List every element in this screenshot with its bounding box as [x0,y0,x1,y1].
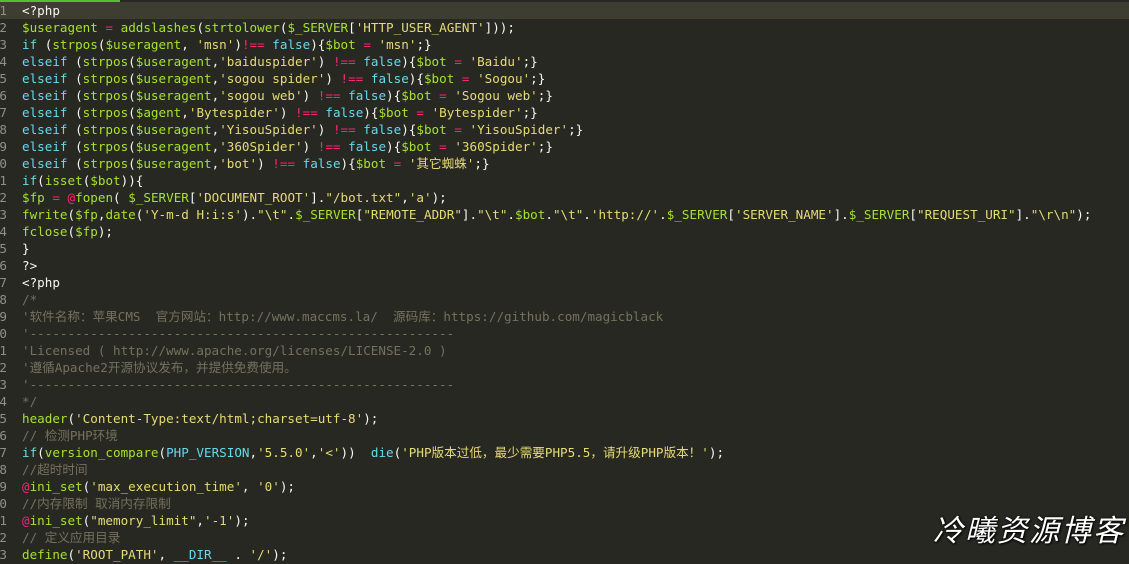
line-number: 3 [0,547,7,562]
code-text: if (strpos($useragent, 'msn')!== false){… [22,37,432,52]
line-number: 8 [0,122,7,137]
line-number: 2 [0,360,7,375]
code-line[interactable]: 7 elseif (strpos($agent,'Bytespider') !==… [0,104,1129,121]
watermark-logo: 冷曦资源博客 [933,514,1125,549]
code-text: elseif (strpos($useragent,'baiduspider')… [22,54,538,69]
code-text: ?> [22,258,38,273]
line-number: 6 [0,258,7,273]
code-text: // 检测PHP环境 [22,428,118,443]
code-line[interactable]: 7 <?php [0,274,1129,291]
code-line[interactable]: 3 if (strpos($useragent, 'msn')!== false)… [0,36,1129,53]
code-text: 'Licensed ( http://www.apache.org/licens… [22,343,447,358]
code-text: fwrite($fp,date('Y-m-d H:i:s')."\t".$_SE… [22,207,1092,222]
line-number: 5 [0,71,7,86]
code-text: '---------------------------------------… [22,326,455,341]
line-number: 8 [0,292,7,307]
line-number: 2 [0,20,7,35]
code-line[interactable]: 2 '遵循Apache2开源协议发布，并提供免费使用。 [0,359,1129,376]
code-line[interactable]: 2 $fp = @fopen( $_SERVER['DOCUMENT_ROOT']… [0,189,1129,206]
code-text: // 定义应用目录 [22,530,121,545]
line-number: 6 [0,428,7,443]
line-number: 4 [0,54,7,69]
line-number: 9 [0,139,7,154]
code-line[interactable]: 9 elseif (strpos($useragent,'360Spider') … [0,138,1129,155]
code-line[interactable]: 2 $useragent = addslashes(strtolower($_SE… [0,19,1129,36]
code-text: /* [22,292,38,307]
line-number: 1 [0,173,7,188]
line-number: 8 [0,462,7,477]
code-line[interactable]: 6 ?> [0,257,1129,274]
code-line[interactable]: 5 elseif (strpos($useragent,'sogou spider… [0,70,1129,87]
code-text: '---------------------------------------… [22,377,455,392]
line-number: 9 [0,479,7,494]
line-number: 4 [0,394,7,409]
line-number: 1 [0,343,7,358]
code-text: //超时时间 [22,462,88,477]
line-number: 2 [0,190,7,205]
code-line[interactable]: 5 header('Content-Type:text/html;charset=… [0,410,1129,427]
code-text: $fp = @fopen( $_SERVER['DOCUMENT_ROOT'].… [22,190,447,205]
line-number: 5 [0,241,7,256]
line-number: 0 [0,156,7,171]
line-number: 9 [0,309,7,324]
code-line[interactable]: 4 */ [0,393,1129,410]
code-editor[interactable]: 1 <?php 2 $useragent = addslashes(strtolowe… [0,0,1129,564]
line-number: 1 [0,3,7,18]
code-line[interactable]: 6 elseif (strpos($useragent,'sogou web') … [0,87,1129,104]
code-line[interactable]: 6 // 检测PHP环境 [0,427,1129,444]
code-text: <?php [22,3,60,18]
code-text: @ini_set('max_execution_time', '0'); [22,479,296,494]
code-text: <?php [22,275,60,290]
line-number: 5 [0,411,7,426]
code-text: if(version_compare(PHP_VERSION,'5.5.0','… [22,445,725,460]
line-number: 4 [0,224,7,239]
code-line[interactable]: 0 '--------------------------------------… [0,325,1129,342]
code-text: fclose($fp); [22,224,114,239]
code-line[interactable]: 1 'Licensed ( http://www.apache.org/licen… [0,342,1129,359]
code-line[interactable]: 8 /* [0,291,1129,308]
line-number: 3 [0,207,7,222]
code-line[interactable]: 3 '--------------------------------------… [0,376,1129,393]
code-line[interactable]: 8 //超时时间 [0,461,1129,478]
line-number: 7 [0,105,7,120]
line-number: 3 [0,37,7,52]
code-text: */ [22,394,38,409]
line-number: 0 [0,496,7,511]
code-line[interactable]: 3 fwrite($fp,date('Y-m-d H:i:s')."\t".$_S… [0,206,1129,223]
code-line[interactable]: 9 @ini_set('max_execution_time', '0'); [0,478,1129,495]
line-number: 1 [0,513,7,528]
code-text: elseif (strpos($agent,'Bytespider') !== … [22,105,538,120]
code-text: elseif (strpos($useragent,'360Spider') !… [22,139,553,154]
code-line[interactable]: 0 elseif (strpos($useragent,'bot') !== fa… [0,155,1129,172]
line-number: 7 [0,445,7,460]
code-text: '遵循Apache2开源协议发布，并提供免费使用。 [22,360,297,375]
code-line[interactable]: 4 elseif (strpos($useragent,'baiduspider'… [0,53,1129,70]
line-number: 0 [0,326,7,341]
code-line[interactable]: 9 '软件名称：苹果CMS 官方网站：http://www.maccms.la/ … [0,308,1129,325]
code-text: elseif (strpos($useragent,'bot') !== fal… [22,156,490,171]
code-line[interactable]: 8 elseif (strpos($useragent,'YisouSpider'… [0,121,1129,138]
code-text: '软件名称：苹果CMS 官方网站：http://www.maccms.la/ 源… [22,309,664,324]
code-text: //内存限制 取消内存限制 [22,496,171,511]
code-line[interactable]: 5} [0,240,1129,257]
code-text: elseif (strpos($useragent,'sogou spider'… [22,71,546,86]
code-line[interactable]: 4 fclose($fp); [0,223,1129,240]
line-number: 3 [0,377,7,392]
code-text: $useragent = addslashes(strtolower($_SER… [22,20,515,35]
code-line[interactable]: 7 if(version_compare(PHP_VERSION,'5.5.0',… [0,444,1129,461]
line-number: 2 [0,530,7,545]
code-text: } [22,241,30,256]
code-line[interactable]: 1 if(isset($bot)){ [0,172,1129,189]
code-text: header('Content-Type:text/html;charset=u… [22,411,379,426]
code-text: if(isset($bot)){ [22,173,144,188]
line-number: 7 [0,275,7,290]
code-text: elseif (strpos($useragent,'YisouSpider')… [22,122,584,137]
code-text: define('ROOT_PATH', __DIR__ . '/'); [22,547,288,562]
code-text: @ini_set("memory_limit",'-1'); [22,513,250,528]
code-line[interactable]: 1 <?php [0,2,1129,19]
line-number: 6 [0,88,7,103]
code-text: elseif (strpos($useragent,'sogou web') !… [22,88,553,103]
